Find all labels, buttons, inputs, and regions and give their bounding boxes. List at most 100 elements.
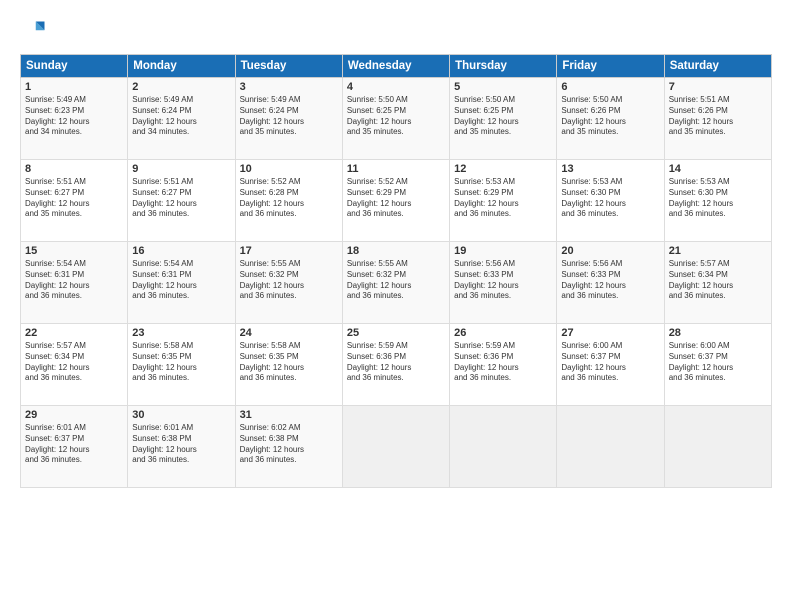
- calendar-cell: 2Sunrise: 5:49 AM Sunset: 6:24 PM Daylig…: [128, 78, 235, 160]
- calendar-cell: 4 Sunrise: 5:50 AM Sunset: 6:25 PM Daylig…: [342, 78, 449, 160]
- header-row: SundayMondayTuesdayWednesdayThursdayFrid…: [21, 55, 772, 78]
- calendar-cell: [450, 406, 557, 488]
- calendar-cell: 12Sunrise: 5:53 AM Sunset: 6:29 PM Dayli…: [450, 160, 557, 242]
- calendar-cell: 18Sunrise: 5:55 AM Sunset: 6:32 PM Dayli…: [342, 242, 449, 324]
- header-cell-tuesday: Tuesday: [235, 55, 342, 78]
- calendar-cell: [342, 406, 449, 488]
- day-number: 1: [25, 81, 123, 93]
- day-number: 30: [132, 409, 230, 421]
- day-number: 4: [347, 81, 445, 93]
- day-number: 10: [240, 163, 338, 175]
- day-number: 31: [240, 409, 338, 421]
- day-info: Sunrise: 5:52 AM Sunset: 6:29 PM Dayligh…: [347, 177, 445, 220]
- day-number: 23: [132, 327, 230, 339]
- day-number: 25: [347, 327, 445, 339]
- week-row-5: 29Sunrise: 6:01 AM Sunset: 6:37 PM Dayli…: [21, 406, 772, 488]
- calendar-cell: 6Sunrise: 5:50 AM Sunset: 6:26 PM Daylig…: [557, 78, 664, 160]
- calendar-cell: 22 Sunrise: 5:57 AM Sunset: 6:34 PM Dayli…: [21, 324, 128, 406]
- week-row-3: 15 Sunrise: 5:54 AM Sunset: 6:31 PM Dayli…: [21, 242, 772, 324]
- day-number: 22: [25, 327, 123, 339]
- day-info: Sunrise: 6:00 AM Sunset: 6:37 PM Dayligh…: [561, 341, 659, 384]
- day-number: 2: [132, 81, 230, 93]
- day-info: Sunrise: 5:52 AM Sunset: 6:28 PM Dayligh…: [240, 177, 338, 220]
- day-number: 8: [25, 163, 123, 175]
- day-number: 5: [454, 81, 552, 93]
- calendar-cell: 15Sunrise: 5:54 AM Sunset: 6:31 PM Dayli…: [21, 242, 128, 324]
- day-number: 26: [454, 327, 552, 339]
- calendar-cell: 19 Sunrise: 5:56 AM Sunset: 6:33 PM Dayli…: [450, 242, 557, 324]
- logo: [20, 18, 52, 46]
- header-cell-friday: Friday: [557, 55, 664, 78]
- header: [20, 18, 772, 46]
- week-row-2: 8 Sunrise: 5:51 AM Sunset: 6:27 PM Daylig…: [21, 160, 772, 242]
- day-number: 17: [240, 245, 338, 257]
- day-number: 27: [561, 327, 659, 339]
- day-info: Sunrise: 5:49 AM Sunset: 6:23 PM Dayligh…: [25, 95, 123, 138]
- day-number: 29: [25, 409, 123, 421]
- day-info: Sunrise: 5:54 AM Sunset: 6:31 PM Dayligh…: [132, 259, 230, 302]
- day-info: Sunrise: 5:55 AM Sunset: 6:32 PM Dayligh…: [240, 259, 338, 302]
- day-info: Sunrise: 5:51 AM Sunset: 6:27 PM Dayligh…: [25, 177, 123, 220]
- calendar-cell: 16 Sunrise: 5:54 AM Sunset: 6:31 PM Dayli…: [128, 242, 235, 324]
- day-number: 19: [454, 245, 552, 257]
- day-number: 20: [561, 245, 659, 257]
- calendar-cell: 3 Sunrise: 5:49 AM Sunset: 6:24 PM Daylig…: [235, 78, 342, 160]
- header-cell-thursday: Thursday: [450, 55, 557, 78]
- day-info: Sunrise: 5:56 AM Sunset: 6:33 PM Dayligh…: [561, 259, 659, 302]
- day-info: Sunrise: 5:58 AM Sunset: 6:35 PM Dayligh…: [132, 341, 230, 384]
- day-info: Sunrise: 5:55 AM Sunset: 6:32 PM Dayligh…: [347, 259, 445, 302]
- calendar-cell: [664, 406, 771, 488]
- calendar-cell: 7 Sunrise: 5:51 AM Sunset: 6:26 PM Daylig…: [664, 78, 771, 160]
- logo-icon: [20, 18, 48, 46]
- day-info: Sunrise: 5:53 AM Sunset: 6:30 PM Dayligh…: [669, 177, 767, 220]
- day-info: Sunrise: 5:53 AM Sunset: 6:30 PM Dayligh…: [561, 177, 659, 220]
- calendar-cell: 21 Sunrise: 5:57 AM Sunset: 6:34 PM Dayli…: [664, 242, 771, 324]
- day-number: 14: [669, 163, 767, 175]
- header-cell-wednesday: Wednesday: [342, 55, 449, 78]
- calendar-cell: 31Sunrise: 6:02 AM Sunset: 6:38 PM Dayli…: [235, 406, 342, 488]
- week-row-4: 22 Sunrise: 5:57 AM Sunset: 6:34 PM Dayli…: [21, 324, 772, 406]
- calendar-page: SundayMondayTuesdayWednesdayThursdayFrid…: [0, 0, 792, 612]
- day-number: 3: [240, 81, 338, 93]
- calendar-cell: 5 Sunrise: 5:50 AM Sunset: 6:25 PM Daylig…: [450, 78, 557, 160]
- header-cell-saturday: Saturday: [664, 55, 771, 78]
- calendar-cell: 20 Sunrise: 5:56 AM Sunset: 6:33 PM Dayli…: [557, 242, 664, 324]
- day-info: Sunrise: 5:50 AM Sunset: 6:25 PM Dayligh…: [454, 95, 552, 138]
- calendar-cell: 23 Sunrise: 5:58 AM Sunset: 6:35 PM Dayli…: [128, 324, 235, 406]
- day-number: 15: [25, 245, 123, 257]
- calendar-cell: 14 Sunrise: 5:53 AM Sunset: 6:30 PM Dayli…: [664, 160, 771, 242]
- day-info: Sunrise: 5:59 AM Sunset: 6:36 PM Dayligh…: [347, 341, 445, 384]
- calendar-cell: 11 Sunrise: 5:52 AM Sunset: 6:29 PM Dayli…: [342, 160, 449, 242]
- calendar-cell: [557, 406, 664, 488]
- day-number: 16: [132, 245, 230, 257]
- day-info: Sunrise: 5:50 AM Sunset: 6:25 PM Dayligh…: [347, 95, 445, 138]
- day-info: Sunrise: 5:57 AM Sunset: 6:34 PM Dayligh…: [669, 259, 767, 302]
- day-info: Sunrise: 6:01 AM Sunset: 6:38 PM Dayligh…: [132, 423, 230, 466]
- calendar-cell: 26Sunrise: 5:59 AM Sunset: 6:36 PM Dayli…: [450, 324, 557, 406]
- day-number: 21: [669, 245, 767, 257]
- calendar-cell: 24Sunrise: 5:58 AM Sunset: 6:35 PM Dayli…: [235, 324, 342, 406]
- calendar-cell: 8 Sunrise: 5:51 AM Sunset: 6:27 PM Daylig…: [21, 160, 128, 242]
- calendar-cell: 10 Sunrise: 5:52 AM Sunset: 6:28 PM Dayli…: [235, 160, 342, 242]
- calendar-cell: 25 Sunrise: 5:59 AM Sunset: 6:36 PM Dayli…: [342, 324, 449, 406]
- day-number: 11: [347, 163, 445, 175]
- calendar-header: SundayMondayTuesdayWednesdayThursdayFrid…: [21, 55, 772, 78]
- calendar-cell: 29Sunrise: 6:01 AM Sunset: 6:37 PM Dayli…: [21, 406, 128, 488]
- calendar-cell: 28Sunrise: 6:00 AM Sunset: 6:37 PM Dayli…: [664, 324, 771, 406]
- week-row-1: 1 Sunrise: 5:49 AM Sunset: 6:23 PM Daylig…: [21, 78, 772, 160]
- day-info: Sunrise: 5:51 AM Sunset: 6:26 PM Dayligh…: [669, 95, 767, 138]
- calendar-body: 1 Sunrise: 5:49 AM Sunset: 6:23 PM Daylig…: [21, 78, 772, 488]
- day-info: Sunrise: 5:57 AM Sunset: 6:34 PM Dayligh…: [25, 341, 123, 384]
- calendar-cell: 1 Sunrise: 5:49 AM Sunset: 6:23 PM Daylig…: [21, 78, 128, 160]
- calendar-cell: 27 Sunrise: 6:00 AM Sunset: 6:37 PM Dayli…: [557, 324, 664, 406]
- day-info: Sunrise: 5:49 AM Sunset: 6:24 PM Dayligh…: [240, 95, 338, 138]
- header-cell-monday: Monday: [128, 55, 235, 78]
- day-info: Sunrise: 5:58 AM Sunset: 6:35 PM Dayligh…: [240, 341, 338, 384]
- header-cell-sunday: Sunday: [21, 55, 128, 78]
- day-number: 7: [669, 81, 767, 93]
- day-info: Sunrise: 5:53 AM Sunset: 6:29 PM Dayligh…: [454, 177, 552, 220]
- calendar-cell: 9Sunrise: 5:51 AM Sunset: 6:27 PM Daylig…: [128, 160, 235, 242]
- day-info: Sunrise: 5:56 AM Sunset: 6:33 PM Dayligh…: [454, 259, 552, 302]
- calendar-cell: 13Sunrise: 5:53 AM Sunset: 6:30 PM Dayli…: [557, 160, 664, 242]
- day-info: Sunrise: 5:50 AM Sunset: 6:26 PM Dayligh…: [561, 95, 659, 138]
